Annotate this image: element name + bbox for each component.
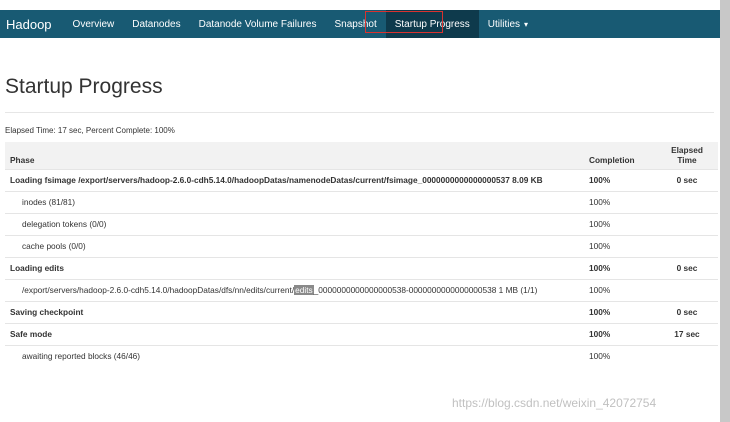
nav-datanode-volume-failures[interactable]: Datanode Volume Failures xyxy=(190,10,326,38)
phase-cell: /export/servers/hadoop-2.6.0-cdh5.14.0/h… xyxy=(5,279,584,302)
table-row: delegation tokens (0/0) 100% xyxy=(5,213,718,236)
table-header-row: Phase Completion Elapsed Time xyxy=(5,142,718,170)
elapsed-cell: 0 sec xyxy=(656,301,718,324)
table-row: awaiting reported blocks (46/46) 100% xyxy=(5,345,718,367)
phase-cell: Loading edits xyxy=(5,257,584,280)
phase-cell: awaiting reported blocks (46/46) xyxy=(5,345,584,367)
phase-cell: inodes (81/81) xyxy=(5,191,584,214)
elapsed-cell xyxy=(656,213,718,236)
navbar: Hadoop Overview Datanodes Datanode Volum… xyxy=(0,10,720,38)
startup-progress-table: Phase Completion Elapsed Time Loading fs… xyxy=(5,142,718,367)
elapsed-cell xyxy=(656,235,718,258)
main-content: Startup Progress Elapsed Time: 17 sec, P… xyxy=(5,38,718,367)
table-row: Loading fsimage /export/servers/hadoop-2… xyxy=(5,169,718,192)
completion-cell: 100% xyxy=(584,213,656,236)
table-row: Loading edits 100% 0 sec xyxy=(5,257,718,280)
edits-path-prefix: /export/servers/hadoop-2.6.0-cdh5.14.0/h… xyxy=(22,285,295,295)
header-phase: Phase xyxy=(5,142,584,170)
title-divider xyxy=(5,112,714,113)
header-elapsed-line2: Time xyxy=(677,155,697,165)
completion-cell: 100% xyxy=(584,257,656,280)
header-completion: Completion xyxy=(584,142,656,170)
nav-snapshot[interactable]: Snapshot xyxy=(325,10,385,38)
completion-cell: 100% xyxy=(584,235,656,258)
phase-cell: Safe mode xyxy=(5,323,584,346)
elapsed-cell: 17 sec xyxy=(656,323,718,346)
nav-utilities-label: Utilities xyxy=(487,18,521,30)
elapsed-cell: 0 sec xyxy=(656,169,718,192)
completion-cell: 100% xyxy=(584,191,656,214)
header-elapsed-line1: Elapsed xyxy=(671,145,703,155)
phase-cell: cache pools (0/0) xyxy=(5,235,584,258)
nav-utilities[interactable]: Utilities ▾ xyxy=(479,10,537,38)
header-elapsed-time: Elapsed Time xyxy=(656,142,718,170)
brand-logo[interactable]: Hadoop xyxy=(0,17,64,32)
completion-cell: 100% xyxy=(584,169,656,192)
nav-startup-progress[interactable]: Startup Progress xyxy=(385,10,479,38)
table-row: Safe mode 100% 17 sec xyxy=(5,323,718,346)
edits-path-suffix: _0000000000000000538-0000000000000000538… xyxy=(313,285,538,295)
page-title: Startup Progress xyxy=(5,75,163,98)
phase-cell: delegation tokens (0/0) xyxy=(5,213,584,236)
table-row: cache pools (0/0) 100% xyxy=(5,235,718,258)
window-top-strip xyxy=(0,0,720,10)
elapsed-cell: 0 sec xyxy=(656,257,718,280)
phase-cell: Loading fsimage /export/servers/hadoop-2… xyxy=(5,169,584,192)
completion-cell: 100% xyxy=(584,279,656,302)
nav-overview[interactable]: Overview xyxy=(64,10,124,38)
progress-summary: Elapsed Time: 17 sec, Percent Complete: … xyxy=(5,126,175,135)
table-row: Saving checkpoint 100% 0 sec xyxy=(5,301,718,324)
watermark-text: https://blog.csdn.net/weixin_42072754 xyxy=(452,396,657,410)
completion-cell: 100% xyxy=(584,345,656,367)
phase-cell: Saving checkpoint xyxy=(5,301,584,324)
elapsed-cell xyxy=(656,191,718,214)
completion-cell: 100% xyxy=(584,301,656,324)
vertical-scrollbar[interactable] xyxy=(720,0,730,422)
table-row: inodes (81/81) 100% xyxy=(5,191,718,214)
elapsed-cell xyxy=(656,345,718,367)
selected-text-highlight: edits xyxy=(294,285,314,295)
table-row: /export/servers/hadoop-2.6.0-cdh5.14.0/h… xyxy=(5,279,718,302)
nav-datanodes[interactable]: Datanodes xyxy=(123,10,189,38)
elapsed-cell xyxy=(656,279,718,302)
chevron-down-icon: ▾ xyxy=(524,19,529,29)
completion-cell: 100% xyxy=(584,323,656,346)
